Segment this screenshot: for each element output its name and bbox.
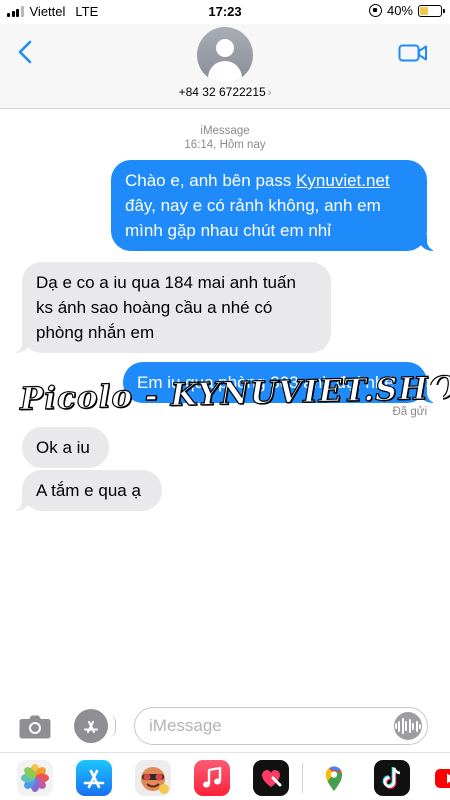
- battery-icon: [418, 4, 445, 17]
- message-input[interactable]: [149, 715, 389, 737]
- camera-icon[interactable]: [18, 712, 52, 740]
- app-store-glyph: [84, 721, 98, 733]
- message-text: Dạ e co a iu qua 184 mai anh tuấn ks ánh…: [36, 273, 296, 342]
- message-text: Ok a iu: [36, 438, 90, 457]
- app-store-icon[interactable]: [74, 709, 116, 743]
- youtube-icon[interactable]: [432, 760, 450, 796]
- status-bar: Viettel LTE 17:23 40%: [0, 0, 450, 24]
- timestamp: 16:14, Hôm nay: [184, 139, 266, 151]
- app-store-icon[interactable]: [76, 760, 112, 796]
- battery-percentage: 40%: [386, 3, 413, 18]
- music-icon[interactable]: [194, 760, 230, 796]
- service-label: iMessage: [200, 125, 250, 137]
- status-right-group: 40%: [368, 3, 445, 18]
- memoji-icon[interactable]: [135, 760, 171, 796]
- contact-avatar[interactable]: [197, 27, 253, 83]
- message-text: A tắm e qua ạ: [36, 481, 141, 500]
- person-body-shape: [208, 61, 242, 83]
- conversation-header: +84 32 6722215 ›: [0, 24, 450, 109]
- google-maps-icon[interactable]: [316, 760, 352, 796]
- drawer-separator: [302, 763, 303, 793]
- chevron-right-icon: ›: [267, 87, 272, 99]
- app-drawer: [0, 752, 450, 800]
- message-link[interactable]: Kynuviet.net: [296, 171, 390, 190]
- message-bubble-incoming[interactable]: A tắm e qua ạ: [6, 470, 162, 511]
- message-bubble-incoming[interactable]: Dạ e co a iu qua 184 mai anh tuấn ks ánh…: [6, 262, 331, 353]
- message-text: Chào e, anh bên pass: [125, 171, 297, 190]
- photos-icon[interactable]: [17, 760, 53, 796]
- thread-meta: iMessage 16:14, Hôm nay: [0, 124, 450, 152]
- contact-name-button[interactable]: +84 32 6722215 ›: [0, 85, 450, 99]
- message-composer: [0, 702, 450, 752]
- chevron-left-icon[interactable]: [16, 40, 36, 64]
- message-bubble-incoming[interactable]: Ok a iu: [22, 427, 109, 468]
- audio-waveform-icon[interactable]: [394, 712, 422, 740]
- person-head-shape: [216, 39, 234, 57]
- watermark-text: Picolo - KYNUVIET.SHOW: [19, 369, 450, 419]
- contact-name: +84 32 6722215: [178, 85, 266, 99]
- battery-fill: [420, 6, 428, 15]
- message-text: đây, nay e có rảnh không, anh em mình gặ…: [125, 196, 381, 240]
- orientation-lock-icon: [368, 4, 382, 17]
- message-bubble-outgoing[interactable]: Chào e, anh bên pass Kynuviet.net đây, n…: [111, 160, 443, 251]
- tiktok-icon[interactable]: [374, 760, 410, 796]
- digital-touch-icon[interactable]: [253, 760, 289, 796]
- video-camera-icon[interactable]: [398, 43, 428, 63]
- message-input-field[interactable]: [134, 707, 428, 745]
